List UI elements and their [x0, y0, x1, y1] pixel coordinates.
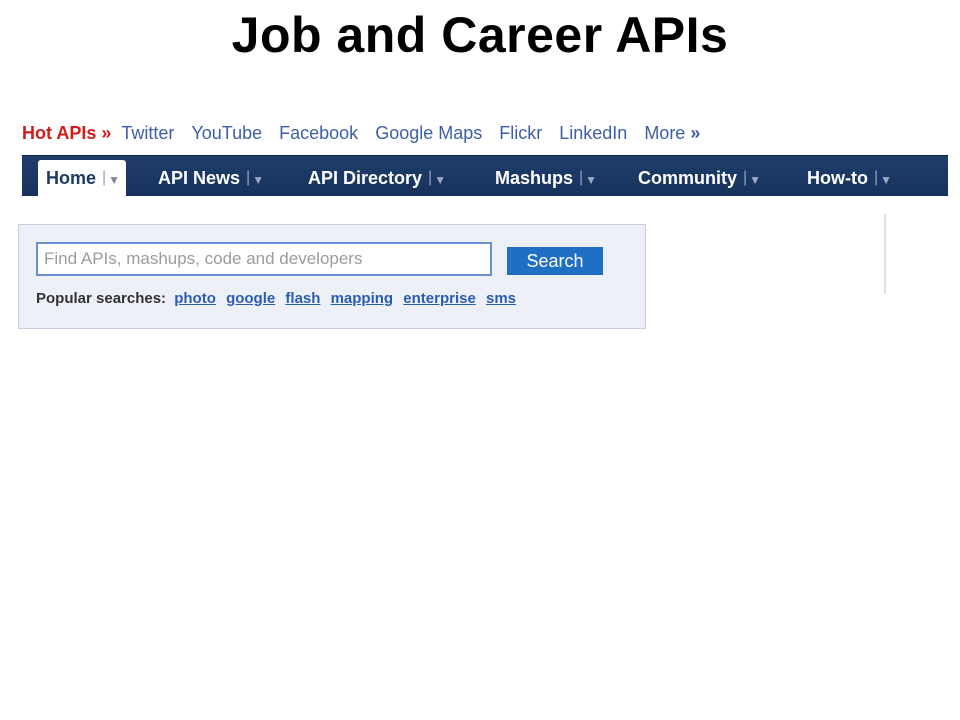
popular-searches: Popular searches: photo google flash map…: [36, 290, 522, 307]
popular-searches-label: Popular searches:: [36, 290, 167, 307]
tab-label: How-to: [807, 167, 868, 188]
chevron-down-icon[interactable]: ▼: [108, 173, 120, 187]
chevron-down-icon[interactable]: ▼: [880, 173, 892, 187]
tab-separator: |: [246, 169, 251, 186]
tab-separator: |: [873, 169, 879, 186]
tab-api-news[interactable]: API News | ▼: [158, 160, 264, 196]
popular-search-link-enterprise[interactable]: enterprise: [403, 290, 476, 307]
search-input[interactable]: [36, 242, 492, 276]
hot-apis-label-text: Hot APIs: [22, 122, 97, 143]
chevron-down-icon[interactable]: ▼: [252, 173, 264, 187]
chevron-down-icon[interactable]: ▼: [434, 173, 446, 187]
chevron-down-icon[interactable]: ▼: [585, 173, 597, 187]
hot-api-link-google-maps[interactable]: Google Maps: [375, 123, 482, 144]
tab-api-directory[interactable]: API Directory | ▼: [308, 160, 446, 196]
tab-label: Community: [638, 167, 737, 188]
tab-community[interactable]: Community | ▼: [638, 160, 761, 196]
tab-mashups[interactable]: Mashups | ▼: [495, 160, 597, 196]
popular-search-link-mapping[interactable]: mapping: [331, 290, 394, 307]
search-panel: Search Popular searches: photo google fl…: [18, 224, 646, 329]
hot-apis-label: Hot APIs »: [22, 123, 111, 144]
search-button[interactable]: Search: [507, 247, 603, 275]
main-navbar: Home | ▼ API News | ▼ API Directory | ▼ …: [22, 155, 948, 196]
tab-separator: |: [102, 169, 107, 186]
popular-search-link-photo[interactable]: photo: [174, 290, 216, 307]
tab-separator: |: [428, 169, 433, 186]
tab-home[interactable]: Home | ▼: [38, 160, 127, 196]
hot-api-link-youtube[interactable]: YouTube: [191, 123, 262, 144]
tab-label: API Directory: [308, 167, 423, 188]
chevron-down-icon[interactable]: ▼: [749, 173, 761, 187]
tab-separator: |: [743, 169, 748, 186]
hot-api-link-flickr[interactable]: Flickr: [499, 123, 542, 144]
popular-search-link-google[interactable]: google: [226, 290, 275, 307]
tab-separator: |: [579, 169, 584, 186]
tab-label: Mashups: [495, 167, 574, 188]
more-label: More: [644, 122, 686, 143]
tab-label: API News: [158, 167, 241, 188]
popular-search-link-flash[interactable]: flash: [285, 290, 320, 307]
double-arrow-icon: »: [690, 122, 701, 143]
hot-api-link-linkedin[interactable]: LinkedIn: [559, 123, 627, 144]
hot-apis-more-link[interactable]: More »: [644, 123, 700, 144]
tab-label: Home: [46, 167, 97, 188]
double-arrow-icon: »: [101, 122, 112, 143]
hot-api-link-twitter[interactable]: Twitter: [121, 123, 174, 144]
divider: [884, 214, 886, 294]
hot-api-link-facebook[interactable]: Facebook: [279, 123, 358, 144]
popular-search-link-sms[interactable]: sms: [486, 290, 516, 307]
slide-title: Job and Career APIs: [231, 7, 729, 63]
hot-apis-bar: Hot APIs » Twitter YouTube Facebook Goog…: [22, 122, 700, 144]
tab-how-to[interactable]: How-to | ▼: [807, 160, 892, 196]
screenshot-region: Hot APIs » Twitter YouTube Facebook Goog…: [18, 118, 948, 338]
